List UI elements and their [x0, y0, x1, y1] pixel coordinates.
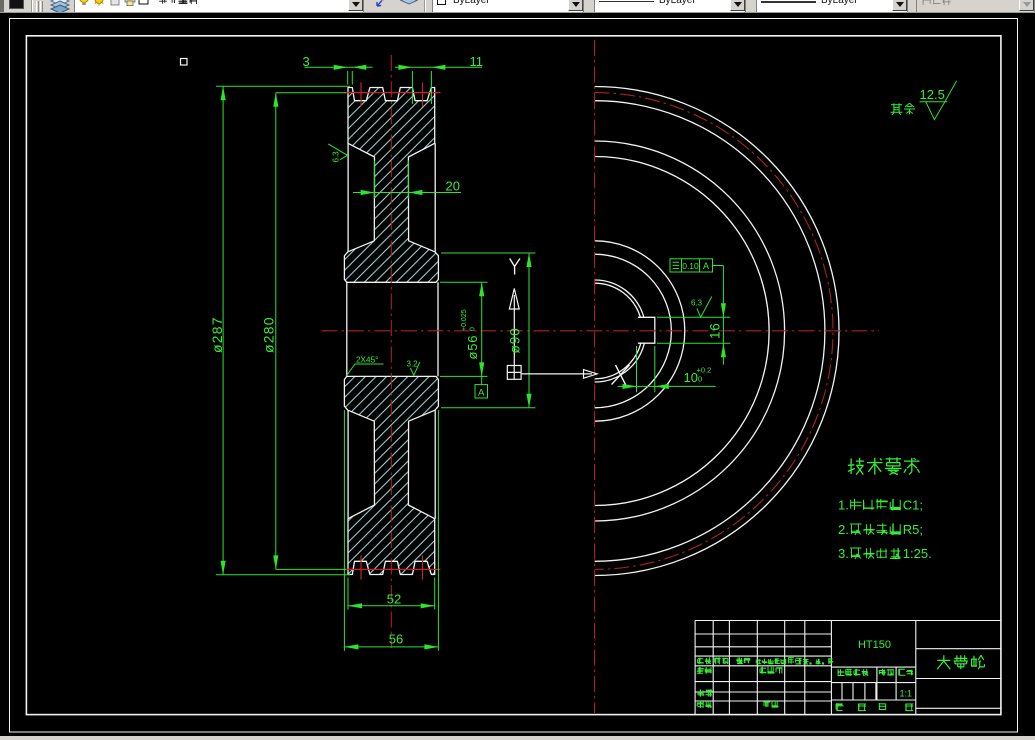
title-block-material: HT150 — [858, 639, 891, 651]
color-dropdown-arrow[interactable] — [568, 0, 583, 11]
lineweight-dropdown[interactable]: ByLayer — [756, 0, 908, 12]
dim-text-groove-offset: 3 — [303, 54, 310, 69]
color-dropdown[interactable]: ByLayer — [432, 0, 584, 12]
title-block-header-1: 处数 — [714, 657, 729, 667]
toolbar-separator — [31, 0, 33, 12]
ucs-x-label: X — [609, 369, 624, 390]
layer-unlock-icon[interactable] — [110, 0, 120, 6]
title-block-role-3: 工艺 — [696, 701, 712, 710]
toolbar-separator-2 — [424, 0, 426, 12]
surface-note-prefix: 其余 — [890, 104, 916, 119]
title-block-role-2: 审核 — [697, 689, 713, 699]
title-block-sheet-0: 共 — [835, 704, 844, 714]
dim-text-hub-length: 56 — [389, 632, 403, 647]
title-block-field-2: 比例 — [898, 668, 914, 678]
layer-dropdown-arrow[interactable] — [348, 0, 363, 11]
dim-text-hub-dia: ø90 — [508, 327, 523, 353]
gdt-tolerance-text: 0.10 — [682, 261, 699, 271]
tech-req-unnoted-chamfer-num: 1. — [838, 498, 849, 513]
plotstyle-dropdown[interactable]: 随颜色 — [916, 0, 1035, 12]
swatch-tool-icon[interactable] — [9, 0, 24, 12]
layer-plot-icon[interactable] — [124, 0, 136, 6]
roughness-bore: 3.2 — [407, 360, 419, 369]
linetype-dropdown[interactable]: ByLayer — [594, 0, 746, 12]
color-swatch — [437, 0, 446, 5]
title-block-field-1: 重量 — [878, 668, 894, 678]
tech-req-unnoted-chamfer-suffix: C1; — [903, 498, 923, 513]
title-block-sheet-1: 张 — [858, 704, 867, 714]
title-block-role-0: 设计 — [696, 666, 712, 676]
color-value: ByLayer — [453, 0, 490, 6]
title-block-sheet-3: 张 — [905, 704, 914, 714]
dimension-texts: 3 11 20 ø287 ø280 ø56 +0.025 0 ø90 52 56… — [209, 54, 945, 647]
tech-req-title: 技术要求 — [847, 459, 921, 480]
roughness-keyway: 6.3 — [691, 299, 703, 308]
title-block-scale-value: 1:1 — [900, 688, 913, 698]
datum-box-label: A — [478, 388, 485, 399]
tech-req-unnoted-chamfer-text: 未注倒角 — [849, 499, 902, 514]
status-bar-fragment — [0, 736, 1035, 740]
toolbar-grip[interactable] — [36, 1, 39, 12]
layer-previous-icon[interactable] — [398, 0, 420, 12]
title-block-sheet-2: 第 — [878, 703, 887, 714]
tech-req-cast-fillet-text: 铸造圆角 — [849, 524, 902, 539]
dim-text-pitch-dia: ø280 — [261, 316, 277, 353]
dim-text-bore-dia: ø56 — [465, 335, 480, 360]
lineweight-value: ByLayer — [821, 0, 858, 6]
title-block-header-2: 分区 — [736, 658, 751, 667]
layer-color-swatch — [138, 0, 149, 5]
layer-name: 粗实线层 — [75, 0, 111, 7]
linetype-sample — [599, 1, 654, 2]
dim-text-groove-width: 11 — [470, 54, 484, 69]
dim-text-rim-width: 52 — [387, 592, 401, 607]
tech-req-cast-fillet-suffix: R5; — [903, 522, 923, 537]
lineweight-dropdown-arrow[interactable] — [892, 0, 907, 11]
roughness-rim-side: 6.3 — [332, 151, 341, 163]
lineweight-sample — [761, 1, 816, 3]
drawing-canvas[interactable]: 3 11 20 ø287 ø280 ø56 +0.025 0 ø90 52 56… — [0, 13, 1035, 736]
title-block-header-5: 年、月、日 — [803, 659, 834, 667]
dim-text-web-thickness: 20 — [446, 179, 460, 194]
dim-text-chamfer: 2X45° — [356, 356, 378, 365]
linetype-value: ByLayer — [659, 0, 696, 6]
application-window: { "app": { "name": "AutoCAD drawing area… — [0, 0, 1035, 740]
plotstyle-value: 随颜色 — [917, 0, 944, 7]
title-block-role-1: 标准化 — [759, 666, 783, 676]
toolbar: 粗实线层 ByLayer ByLayer ByLayer 随颜色 — [0, 0, 1035, 13]
layer-manager-icon[interactable] — [48, 0, 72, 12]
tech-req-cast-fillet-num: 2. — [838, 522, 849, 537]
linetype-dropdown-arrow[interactable] — [730, 0, 745, 11]
gdt-datum-text: A — [703, 261, 709, 271]
title-block-header-0: 标记 — [697, 657, 712, 667]
tech-req-cast-draft-text: 铸造斜度 — [849, 548, 902, 563]
dim-text-keyway-tol-upper: +0.2 — [697, 366, 712, 375]
pick-box-marker — [179, 57, 188, 66]
tech-req-cast-draft-num: 3. — [838, 546, 849, 561]
paper-border — [9, 18, 1018, 733]
title-block: HT150 1:1 大带轮 标记 处数 分区 更改文件号 签名 年、月、日 设计… — [696, 639, 985, 714]
plotstyle-dropdown-arrow — [1019, 0, 1034, 11]
make-layer-current-icon[interactable] — [372, 0, 394, 12]
layer-dropdown[interactable]: 粗实线层 — [74, 0, 364, 12]
title-block-header-3: 更改文件号 — [756, 659, 787, 667]
title-block-part-name: 大带轮 — [936, 656, 983, 674]
title-block-role-4: 批准 — [763, 700, 779, 710]
toolbar-grip-2[interactable] — [40, 1, 43, 12]
dim-text-bore-tol-upper: +0.025 — [461, 309, 468, 331]
dim-text-bore-tol-lower: 0 — [470, 327, 477, 331]
title-block-header-4: 签名 — [787, 657, 802, 667]
dim-text-keyway-width: 16 — [708, 322, 723, 339]
surface-note-value: 12.5 — [920, 87, 945, 102]
title-block-field-0: 阶段标记 — [837, 668, 869, 678]
toolbar-left-fragment — [0, 0, 4, 12]
drawing-svg: 3 11 20 ø287 ø280 ø56 +0.025 0 ø90 52 56… — [9, 18, 1018, 733]
dim-text-keyway-tol-lower: 0 — [698, 375, 702, 384]
ucs-y-label: Y — [509, 261, 520, 278]
dim-text-outer-dia: ø287 — [209, 316, 225, 353]
tech-req-cast-draft-suffix: 1:25. — [903, 546, 932, 561]
